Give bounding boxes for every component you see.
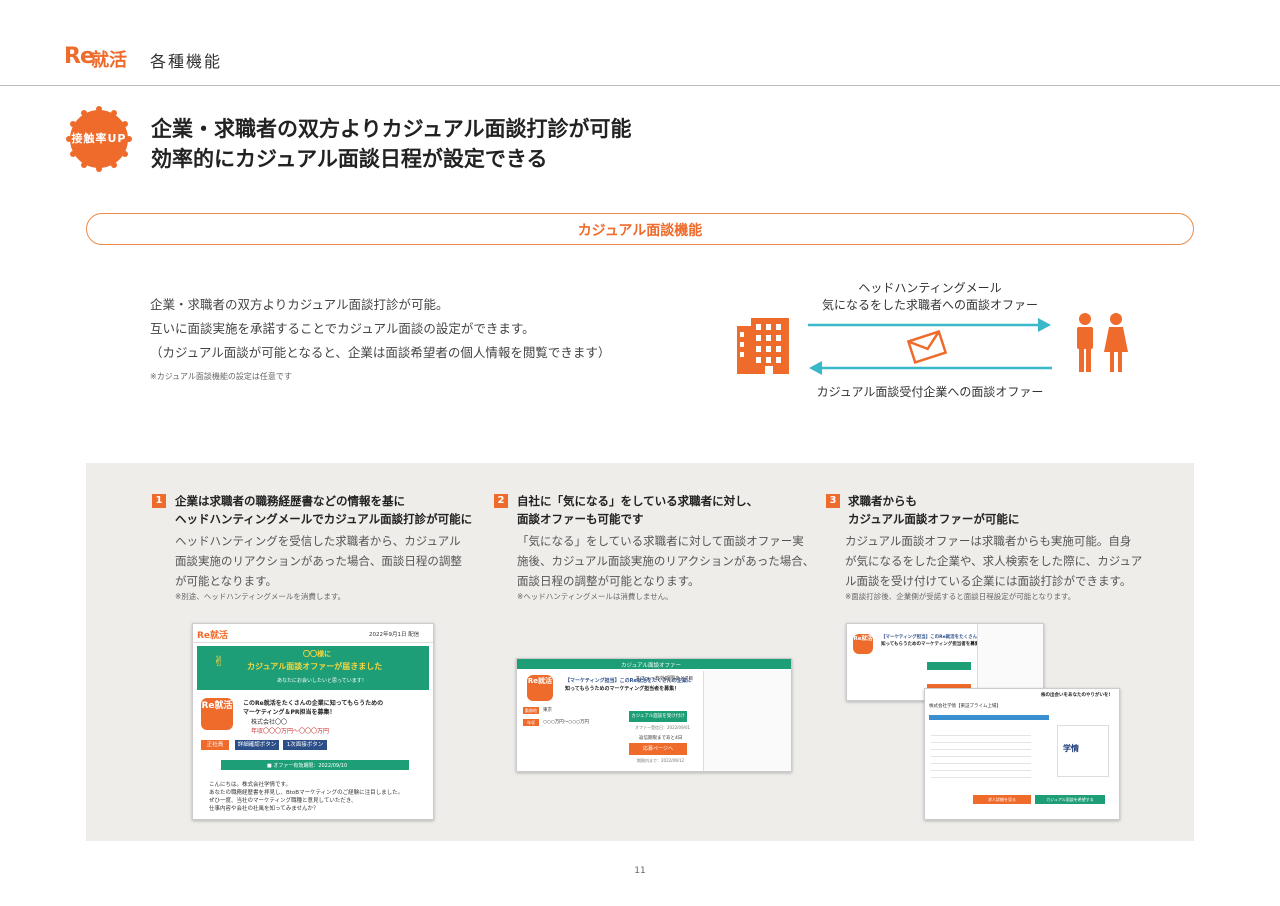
mock3-detail-button[interactable]: 求人詳細を見る <box>973 795 1031 804</box>
col1-body-1: ヘッドハンティングを受信した求職者から、カジュアル <box>175 534 461 548</box>
mock2-accept-button[interactable]: カジュアル面談を受け付ける <box>629 711 687 730</box>
logo-re: Re <box>64 44 95 69</box>
mock1-salary: 年収〇〇〇万円〜〇〇〇万円 <box>251 728 330 735</box>
mock2-received: オファー受信日：2022/09/01 <box>635 725 691 730</box>
mock1-banner-2: カジュアル面談オファーが届きました <box>247 662 383 671</box>
intro-line-1: 企業・求職者の双方よりカジュアル面談打診が可能。 <box>150 297 449 312</box>
mock2-apply-button[interactable]: 応募ページへ <box>629 743 687 755</box>
mock3-casual-button[interactable]: カジュアル面談を希望する <box>1035 795 1105 804</box>
mock1-interview-button[interactable]: 1次面接ボタン <box>283 740 327 750</box>
col1-note: ※別途、ヘッドハンティングメールを消費します。 <box>175 592 346 601</box>
section-label: カジュアル面談機能 <box>577 223 703 239</box>
col3-title-1: 求職者からも <box>848 494 917 508</box>
col2-body-1: 「気になる」をしている求職者に対して面談オファー実 <box>517 534 804 548</box>
col2-note: ※ヘッドハンティングメールは消費しません。 <box>517 592 673 601</box>
mock2-deadline: 期限内まで：2022/09/12 <box>637 758 685 763</box>
col1-title-2: ヘッドハンティングメールでカジュアル面談打診が可能に <box>175 512 473 526</box>
page-number: 11 <box>634 866 646 876</box>
mock2-tag-salary: 年収 <box>523 719 539 726</box>
mock1-tag: 正社員 <box>201 740 229 750</box>
mock3-b-header: 株の出会いをあなたのやりがいを! <box>1041 693 1111 698</box>
mock1-msg-1: こんにちは。株式会社学情です。 <box>209 782 291 788</box>
diagram-bottom-label: カジュアル面談受付企業への面談オファー <box>816 385 1044 399</box>
mock2-expiry: オファー有効期限あと7日 <box>635 676 694 682</box>
mock1-msg-4: 仕事内容や会社の社風を知ってみませんか？ <box>209 806 319 812</box>
logo-kanji: 就活 <box>91 50 127 71</box>
mock3-app-icon: Re就活 <box>853 634 873 654</box>
mock1-msg-3: ぜひ一度、当社のマーケティング職種と意見していただき、 <box>209 798 357 804</box>
col2-body-3: 面談日程の調整が可能となります。 <box>517 574 700 588</box>
headline-line-2: 効率的にカジュアル面談日程が設定できる <box>151 147 548 171</box>
step-number-2: 2 <box>494 494 508 508</box>
mock1-banner-1: 〇〇様に <box>303 650 331 658</box>
building-icon <box>737 318 789 374</box>
col1-title-1: 企業は求職者の職務経歴書などの情報を基に <box>175 494 405 508</box>
col3-note: ※面談打診後、企業側が受諾すると面談日程設定が可能となります。 <box>845 592 1076 601</box>
mock1-company: 株式会社〇〇 <box>251 719 288 726</box>
intro-line-2: 互いに面談実施を承諾することでカジュアル面談の設定ができます。 <box>150 321 535 336</box>
col2-title-2: 面談オファーも可能です <box>517 512 644 526</box>
intro-line-3: （カジュアル面談が可能となると、企業は面談希望者の個人情報を閲覧できます） <box>150 345 611 360</box>
mock2-reply: 返信期限まであと4日 <box>639 736 683 741</box>
mock2-location: 東京 <box>543 708 552 713</box>
mock1-logo: Re就活 <box>197 631 229 641</box>
mock3-b-company: 株式会社学情【東証プライム上場】 <box>929 704 1001 709</box>
mock1-app-icon: Re就活 <box>201 698 233 730</box>
col3-body-1: カジュアル面談オファーは求職者からも実施可能。自身 <box>845 534 1132 548</box>
col2-title-1: 自社に「気になる」をしている求職者に対し、 <box>517 494 759 508</box>
step-number-1: 1 <box>152 494 166 508</box>
mock2-tag-location: 勤務地 <box>523 707 539 714</box>
badge-label: 接触率UP <box>71 132 127 145</box>
mock-casual-offer: カジュアル面談オファー Re就活 【マーケティング担当】このRe就活をたくさんの… <box>516 658 792 772</box>
envelope-icon <box>906 330 948 364</box>
headline-line-1: 企業・求職者の双方よりカジュアル面談打診が可能 <box>151 117 632 141</box>
mock1-detail-button[interactable]: 詳細確認ボタン <box>235 740 279 750</box>
mock-headhunting-email: Re就活 2022年9月1日 配信 ✌ 〇〇様に カジュアル面談オファーが届きま… <box>192 623 434 820</box>
mock2-title-2: 知ってもらうためのマーケティング担当者を募集！ <box>565 686 680 692</box>
header-divider <box>0 85 1280 86</box>
col2-body-2: 施後、カジュアル面談実施のリアクションがあった場合、 <box>517 554 815 568</box>
diagram-top-line-2: 気になるをした求職者への面談オファー <box>821 298 1038 312</box>
intro-note: ※カジュアル面談機能の設定は任意です <box>150 372 292 381</box>
arrow-left-icon <box>809 361 1052 375</box>
mock2-salary: ○○○万円〜○○○万円 <box>543 720 590 725</box>
col1-body-2: 面談実施のリアクションがあった場合、面談日程の調整 <box>175 554 462 568</box>
mock3-green-button[interactable] <box>927 662 971 670</box>
step-number-3: 3 <box>826 494 840 508</box>
mock3-b-logo: 学情 <box>1063 744 1079 753</box>
mock2-app-icon: Re就活 <box>527 675 553 701</box>
mock1-deadline: ■ オファー有効期限：2022/09/10 <box>267 763 348 769</box>
mock1-job-1: このRe就活をたくさんの企業に知ってもらうための <box>243 700 384 707</box>
mock-job-detail: 株の出会いをあなたのやりがいを! 株式会社学情【東証プライム上場】 学情 求人詳… <box>924 688 1120 820</box>
mock2-header: カジュアル面談オファー <box>621 663 681 669</box>
mock1-confetti-icon: ✌ <box>213 654 225 670</box>
col3-title-2: カジュアル面談オファーが可能に <box>848 512 1020 526</box>
mock1-date: 2022年9月1日 配信 <box>369 632 420 638</box>
people-icon <box>1077 313 1128 372</box>
col3-body-2: が気になるをした企業や、求人検索をした際に、カジュア <box>845 554 1143 568</box>
col1-body-3: が可能となります。 <box>175 574 278 588</box>
diagram-top-line-1: ヘッドハンティングメール <box>858 281 1002 295</box>
col3-body-3: ル面談を受け付けている企業には面談打診ができます。 <box>845 574 1132 588</box>
header-subtitle: 各種機能 <box>150 52 223 71</box>
mock1-job-2: マーケティング＆PR担当を募集！ <box>243 709 336 716</box>
mock1-banner-3: あなたにお会いしたいと思っています！ <box>277 678 367 684</box>
mock3-title-2: 知ってもらうためのマーケティング担当者を募集！ <box>881 642 984 647</box>
mock1-msg-2: あなたの職務経歴書を拝見し、BtoBマーケティングのご経験に注目しました。 <box>209 790 404 796</box>
